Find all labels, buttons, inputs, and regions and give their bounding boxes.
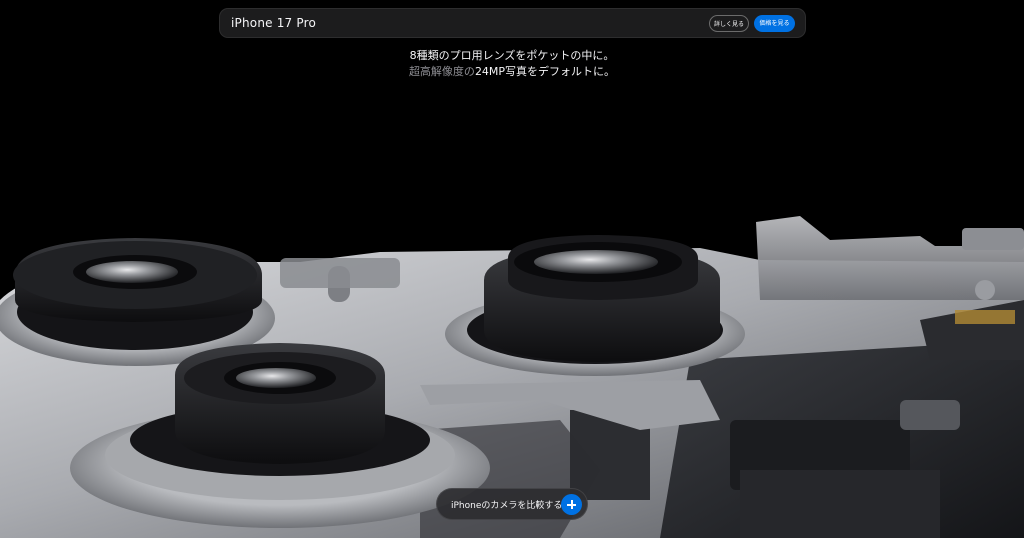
compare-cameras-label: iPhoneのカメラを比較する <box>451 501 563 511</box>
plus-icon[interactable] <box>561 494 582 515</box>
product-title[interactable]: iPhone 17 Pro <box>231 16 316 30</box>
headline-line-2: 超高解像度の24MP写真をデフォルトに。 <box>0 64 1024 80</box>
headline-line-2-emphasis: 24MP写真をデフォルトに。 <box>474 65 616 78</box>
page: iPhone 17 Pro 詳しく見る 価格を見る 8種類のプロ用レンズをポケッ… <box>0 0 1024 538</box>
compare-cameras-button[interactable]: iPhoneのカメラを比較する <box>436 488 588 520</box>
camera-hero-image <box>0 216 1024 538</box>
price-button[interactable]: 価格を見る <box>754 15 795 32</box>
details-button[interactable]: 詳しく見る <box>709 15 749 32</box>
headline-line-2-prefix: 超高解像度の <box>408 65 475 78</box>
hero-headline: 8種類のプロ用レンズをポケットの中に。 超高解像度の24MP写真をデフォルトに。 <box>0 48 1024 80</box>
headline-line-1: 8種類のプロ用レンズをポケットの中に。 <box>409 49 615 62</box>
product-nav-bar: iPhone 17 Pro 詳しく見る 価格を見る <box>219 8 806 38</box>
